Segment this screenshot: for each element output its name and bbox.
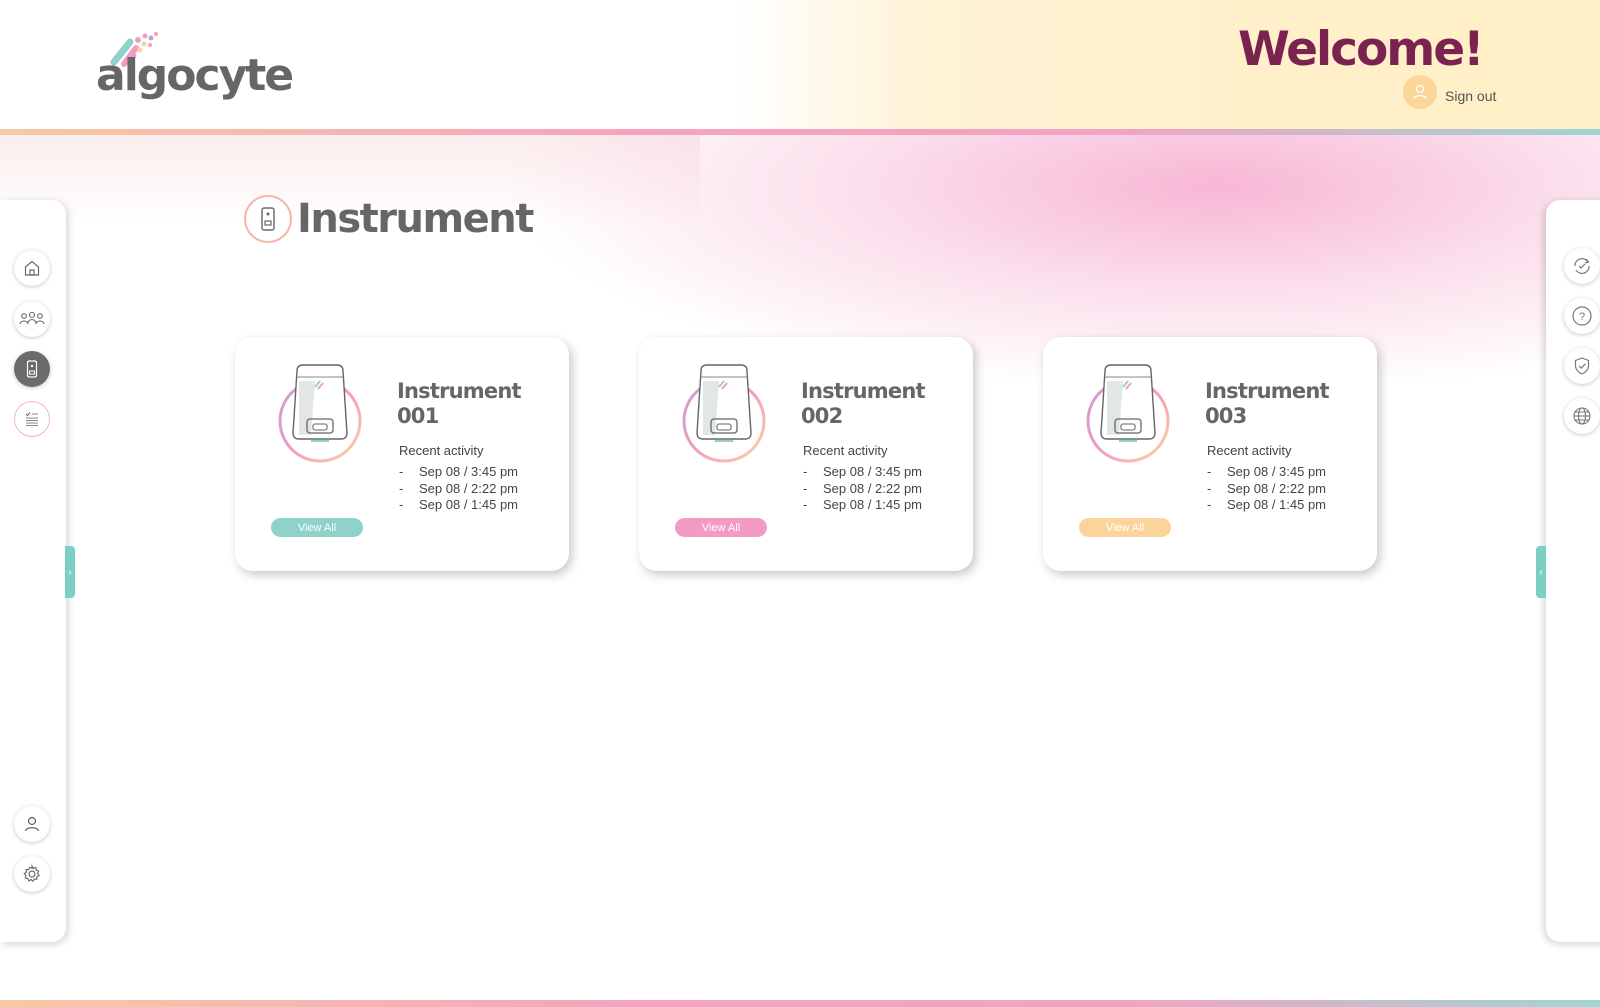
logo-text: algocyte xyxy=(96,50,294,101)
left-sidebar xyxy=(0,200,66,942)
view-all-button[interactable]: View All xyxy=(271,518,363,537)
sidebar-item-profile[interactable] xyxy=(14,806,50,842)
activity-timestamp: Sep 08 / 1:45 pm xyxy=(1227,497,1327,512)
instrument-id: 003 xyxy=(1205,404,1247,428)
instrument-id: 001 xyxy=(397,404,439,428)
shield-check-icon xyxy=(1574,357,1590,375)
view-all-button[interactable]: View All xyxy=(1079,518,1171,537)
page-title: Instrument xyxy=(297,196,534,242)
sync-check-icon xyxy=(1574,258,1590,274)
welcome-heading: Welcome! xyxy=(1238,22,1485,77)
activity-item: - Sep 08 / 1:45 pm xyxy=(803,497,923,512)
activity-timestamp: Sep 08 / 3:45 pm xyxy=(419,464,519,479)
users-icon xyxy=(19,311,45,325)
recent-activity-list: - Sep 08 / 3:45 pm - Sep 08 / 2:22 pm - Sep… xyxy=(803,464,922,514)
svg-text:?: ? xyxy=(1579,311,1585,323)
instrument-name-line1: Instrument xyxy=(397,379,522,403)
activity-timestamp: Sep 08 / 1:45 pm xyxy=(419,497,519,512)
instrument-card: Instrument 001 Recent activity - Sep 08 /… xyxy=(235,337,569,571)
instrument-icon xyxy=(261,207,275,231)
activity-item: - Sep 08 / 1:45 pm xyxy=(1207,497,1327,512)
instrument-device-icon xyxy=(278,364,362,463)
gear-icon xyxy=(23,864,41,883)
right-sidebar: ? xyxy=(1546,200,1600,942)
checklist-icon xyxy=(25,412,38,426)
instrument-id: 002 xyxy=(801,404,843,428)
sign-out-link[interactable]: Sign out xyxy=(1445,88,1496,104)
recent-activity-label: Recent activity xyxy=(803,443,888,458)
sidebar-item-users[interactable] xyxy=(14,301,50,337)
activity-timestamp: Sep 08 / 2:22 pm xyxy=(823,480,923,496)
instrument-device-icon xyxy=(1086,364,1170,463)
algocyte-logo[interactable]: algocyte xyxy=(96,30,294,102)
activity-item: - Sep 08 / 3:45 pm xyxy=(1207,464,1327,479)
activity-item: - Sep 08 / 3:45 pm xyxy=(803,464,923,479)
sidebar-item-security[interactable] xyxy=(1564,348,1600,384)
instrument-name-line1: Instrument xyxy=(801,379,926,403)
globe-icon xyxy=(1573,407,1591,425)
recent-activity-list: - Sep 08 / 3:45 pm - Sep 08 / 2:22 pm - Sep… xyxy=(399,464,518,514)
sidebar-item-language[interactable] xyxy=(1564,398,1600,434)
activity-item: - Sep 08 / 2:22 pm xyxy=(399,480,519,496)
instrument-name: Instrument 003 xyxy=(1205,379,1365,429)
instrument-name-line1: Instrument xyxy=(1205,379,1330,403)
instrument-name: Instrument 001 xyxy=(397,379,557,429)
instrument-name: Instrument 002 xyxy=(801,379,961,429)
user-icon xyxy=(24,816,40,832)
user-avatar[interactable] xyxy=(1403,75,1437,109)
activity-timestamp: Sep 08 / 3:45 pm xyxy=(823,464,923,479)
left-sidebar-toggle[interactable]: › xyxy=(65,546,75,598)
right-sidebar-toggle[interactable]: ‹ xyxy=(1536,546,1546,598)
sidebar-item-home[interactable] xyxy=(14,250,50,286)
activity-item: - Sep 08 / 3:45 pm xyxy=(399,464,519,479)
home-icon xyxy=(24,260,40,276)
activity-item: - Sep 08 / 2:22 pm xyxy=(1207,480,1327,496)
recent-activity-label: Recent activity xyxy=(399,443,484,458)
page-title-icon xyxy=(244,195,292,243)
recent-activity-list: - Sep 08 / 3:45 pm - Sep 08 / 2:22 pm - Sep… xyxy=(1207,464,1326,514)
activity-timestamp: Sep 08 / 1:45 pm xyxy=(823,497,923,512)
chevron-right-icon: › xyxy=(68,566,72,578)
sidebar-item-instrument[interactable] xyxy=(14,351,50,387)
sidebar-item-settings[interactable] xyxy=(14,856,50,892)
activity-item: - Sep 08 / 1:45 pm xyxy=(399,497,519,512)
activity-timestamp: Sep 08 / 2:22 pm xyxy=(1227,480,1327,496)
recent-activity-label: Recent activity xyxy=(1207,443,1292,458)
instrument-device-icon xyxy=(682,364,766,463)
instrument-card: Instrument 003 Recent activity - Sep 08 /… xyxy=(1043,337,1377,571)
chevron-left-icon: ‹ xyxy=(1539,566,1543,578)
activity-item: - Sep 08 / 2:22 pm xyxy=(803,480,923,496)
help-icon: ? xyxy=(1572,306,1592,326)
user-icon xyxy=(1412,84,1428,100)
instrument-card: Instrument 002 Recent activity - Sep 08 /… xyxy=(639,337,973,571)
sidebar-item-sync[interactable] xyxy=(1564,248,1600,284)
footer-divider xyxy=(0,1000,1600,1007)
view-all-button[interactable]: View All xyxy=(675,518,767,537)
sidebar-item-help[interactable]: ? xyxy=(1564,298,1600,334)
activity-timestamp: Sep 08 / 3:45 pm xyxy=(1227,464,1327,479)
activity-timestamp: Sep 08 / 2:22 pm xyxy=(419,480,519,496)
instrument-icon xyxy=(26,360,38,378)
sidebar-item-checklist[interactable] xyxy=(14,401,50,437)
